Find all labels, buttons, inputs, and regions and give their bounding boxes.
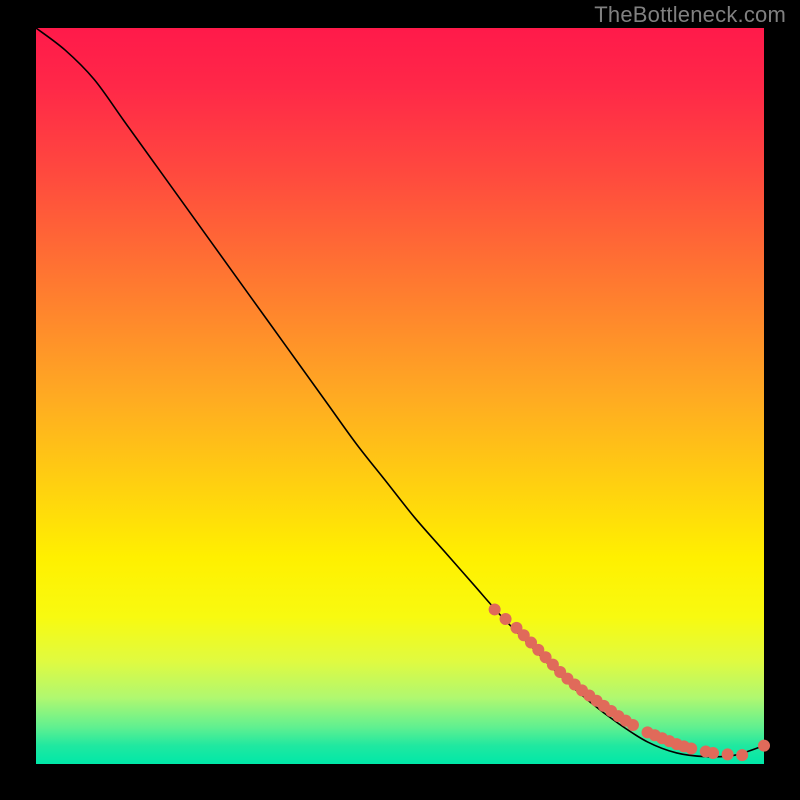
plot-area <box>36 28 764 764</box>
data-point <box>500 613 512 625</box>
data-point <box>685 743 697 755</box>
data-point <box>489 603 501 615</box>
bottleneck-curve <box>36 28 764 757</box>
data-point <box>736 749 748 761</box>
data-point <box>758 740 770 752</box>
data-point <box>722 748 734 760</box>
chart-container: TheBottleneck.com <box>0 0 800 800</box>
watermark-text: TheBottleneck.com <box>594 2 786 28</box>
data-point <box>627 719 639 731</box>
data-point <box>707 747 719 759</box>
chart-svg <box>36 28 764 764</box>
data-markers <box>489 603 770 761</box>
